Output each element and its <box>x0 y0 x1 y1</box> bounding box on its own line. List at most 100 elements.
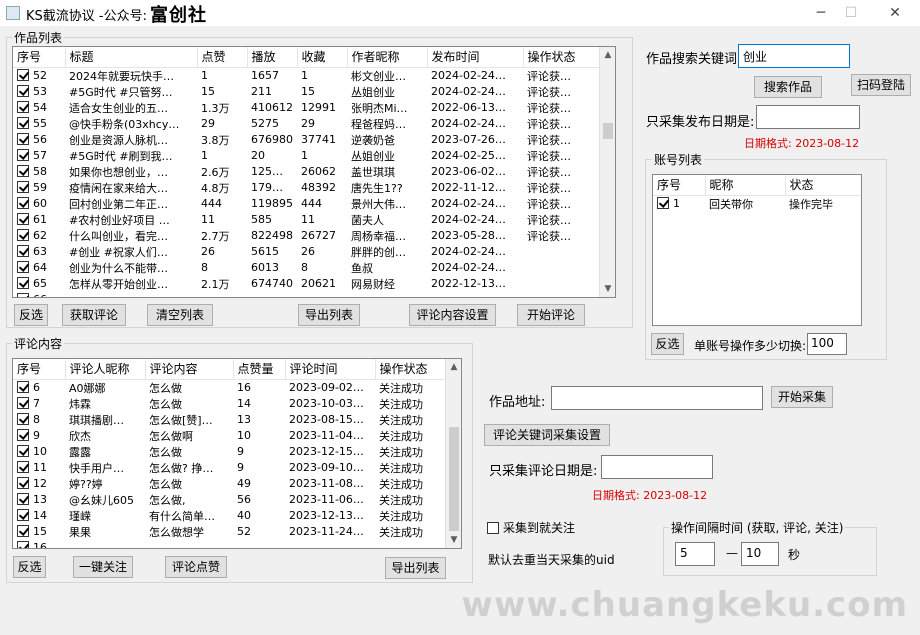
row-checkbox[interactable] <box>17 397 29 409</box>
comments-scrollbar[interactable]: ▲ ▼ <box>445 359 461 548</box>
scroll-up-icon[interactable]: ▲ <box>600 47 615 63</box>
row-checkbox[interactable] <box>17 229 29 241</box>
works-row[interactable]: 54 适合女生创业的五… 1.3万 410612 12991 张明杰Mi… 2022-06-… <box>13 100 601 116</box>
close-button[interactable]: ✕ <box>878 0 912 26</box>
works-row[interactable]: 59 疫情闲在家来给大… 4.8万 179… 48392 唐先生1?? 2022-11-12… <box>13 180 601 196</box>
works-row[interactable]: 57 #5G时代 #刷到我… 1 20 1 丛姐创业 2024-02-25… 评论获… <box>13 148 601 164</box>
works-row[interactable]: 53 #5G时代 #只管努… 15 211 15 丛姐创业 2024-02-24… 评论获… <box>13 84 601 100</box>
follow-all-button[interactable]: 一键关注 <box>73 556 133 578</box>
row-checkbox[interactable] <box>17 509 29 521</box>
row-checkbox[interactable] <box>17 133 29 145</box>
comments-list[interactable]: 序号 评论人昵称 评论内容 点赞量 评论时间 操作状态 6 A0娜娜 怎么做 16 2023-09… <box>12 358 462 549</box>
export-comments-button[interactable]: 导出列表 <box>385 557 446 579</box>
accounts-list[interactable]: 序号 昵称 状态 1 回关带你 操作完毕 <box>652 174 862 326</box>
row-checkbox[interactable] <box>17 197 29 209</box>
search-works-button[interactable]: 搜索作品 <box>754 76 822 98</box>
interval-from-input[interactable]: 5 <box>675 542 715 566</box>
row-checkbox[interactable] <box>17 413 29 425</box>
scroll-down-icon[interactable]: ▼ <box>600 281 615 297</box>
minimize-button[interactable]: ─ <box>804 0 838 26</box>
comments-invert-button[interactable]: 反选 <box>13 556 46 578</box>
works-column-header[interactable]: 标题 <box>65 47 198 68</box>
row-checkbox[interactable] <box>17 541 29 548</box>
scroll-thumb[interactable] <box>603 123 613 139</box>
comment-row[interactable]: 12 婷??婷 怎么做 49 2023-11-08… 关注成功 <box>13 476 447 492</box>
works-column-header[interactable]: 操作状态 <box>523 47 602 68</box>
comment-settings-button[interactable]: 评论内容设置 <box>409 304 496 326</box>
works-row[interactable]: 62 什么叫创业，看完… 2.7万 822498 26727 周杨幸福… 2023-05-2… <box>13 228 601 244</box>
works-row[interactable]: 65 怎样从零开始创业… 2.1万 674740 20621 网易财经 2022-12-13… <box>13 276 601 292</box>
row-checkbox[interactable] <box>17 101 29 113</box>
comment-column-header[interactable]: 评论人昵称 <box>65 359 146 380</box>
comment-row[interactable]: 10 露露 怎么做 9 2023-12-15… 关注成功 <box>13 444 447 460</box>
works-column-header[interactable]: 发布时间 <box>427 47 524 68</box>
search-keyword-input[interactable]: 创业 <box>738 44 850 68</box>
account-column-header[interactable]: 序号 <box>653 175 706 196</box>
comment-row[interactable]: 7 炜霖 怎么做 14 2023-10-03… 关注成功 <box>13 396 447 412</box>
comment-row[interactable]: 11 快手用户… 怎么做? 挣… 9 2023-09-10… 关注成功 <box>13 460 447 476</box>
works-list[interactable]: 序号 标题 点赞 播放 收藏 作者昵称 发布时间 操作状态 52 2024年就要玩快手… 1 165… <box>12 46 616 298</box>
works-scrollbar[interactable]: ▲ ▼ <box>599 47 615 297</box>
row-checkbox[interactable] <box>17 461 29 473</box>
row-checkbox[interactable] <box>17 149 29 161</box>
row-checkbox[interactable] <box>17 293 29 297</box>
works-column-header[interactable]: 序号 <box>13 47 66 68</box>
comment-column-header[interactable]: 序号 <box>13 359 66 380</box>
row-checkbox[interactable] <box>17 429 29 441</box>
works-column-header[interactable]: 收藏 <box>297 47 348 68</box>
comment-column-header[interactable]: 点赞量 <box>233 359 286 380</box>
comment-row[interactable]: 14 瑾嵘 有什么简单… 40 2023-12-13… 关注成功 <box>13 508 447 524</box>
account-column-header[interactable]: 昵称 <box>705 175 786 196</box>
comment-row[interactable]: 8 琪琪播剧… 怎么做[赞]… 13 2023-08-15… 关注成功 <box>13 412 447 428</box>
scroll-down-icon[interactable]: ▼ <box>446 532 461 548</box>
row-checkbox[interactable] <box>17 445 29 457</box>
comment-row[interactable]: 9 欣杰 怎么做啊 10 2023-11-04… 关注成功 <box>13 428 447 444</box>
row-checkbox[interactable] <box>657 197 669 209</box>
accounts-invert-button[interactable]: 反选 <box>651 333 684 355</box>
account-row[interactable]: 1 回关带你 操作完毕 <box>653 195 861 212</box>
row-checkbox[interactable] <box>17 85 29 97</box>
scroll-thumb[interactable] <box>449 427 459 531</box>
publish-date-input[interactable] <box>756 105 860 129</box>
works-row[interactable]: 55 @快手粉条(03xhcy… 29 5275 29 程爸程妈… 2024-02-24… 评… <box>13 116 601 132</box>
interval-to-input[interactable]: 10 <box>741 542 779 566</box>
row-checkbox[interactable] <box>17 261 29 273</box>
comment-column-header[interactable]: 评论内容 <box>145 359 234 380</box>
comment-column-header[interactable]: 评论时间 <box>285 359 376 380</box>
start-comment-button[interactable]: 开始评论 <box>517 304 585 326</box>
comment-row[interactable]: 16…………… <box>13 540 447 548</box>
works-column-header[interactable]: 点赞 <box>197 47 248 68</box>
clear-list-button[interactable]: 清空列表 <box>147 304 213 326</box>
row-checkbox[interactable] <box>17 165 29 177</box>
export-works-button[interactable]: 导出列表 <box>298 304 360 326</box>
get-comments-button[interactable]: 获取评论 <box>62 304 126 326</box>
account-column-header[interactable]: 状态 <box>785 175 861 196</box>
works-row[interactable]: 64 创业为什么不能带… 8 6013 8 鱼叔 2024-02-24… <box>13 260 601 276</box>
comment-row[interactable]: 15 果果 怎么做想学 52 2023-11-24… 关注成功 <box>13 524 447 540</box>
row-checkbox[interactable] <box>17 181 29 193</box>
works-column-header[interactable]: 作者昵称 <box>347 47 428 68</box>
row-checkbox[interactable] <box>17 213 29 225</box>
work-url-input[interactable] <box>551 386 763 410</box>
works-row[interactable]: 61 #农村创业好项目 … 11 585 11 菌夫人 2024-02-24… 评论获… <box>13 212 601 228</box>
row-checkbox[interactable] <box>17 493 29 505</box>
row-checkbox[interactable] <box>17 69 29 81</box>
row-checkbox[interactable] <box>17 277 29 289</box>
works-row[interactable]: 52 2024年就要玩快手… 1 1657 1 彬文创业… 2024-02-24… 评论获… <box>13 67 601 84</box>
works-invert-button[interactable]: 反选 <box>14 304 48 326</box>
works-row[interactable]: 60 回村创业第二年正… 444 119895 444 景州大伟… 2024-02-24… 评… <box>13 196 601 212</box>
like-comment-button[interactable]: 评论点赞 <box>165 556 227 578</box>
switch-count-input[interactable]: 100 <box>807 333 847 355</box>
row-checkbox[interactable] <box>17 525 29 537</box>
works-row[interactable]: 63 #创业 #祝家人们… 26 5615 26 胖胖的创… 2024-02-24… <box>13 244 601 260</box>
row-checkbox[interactable] <box>17 477 29 489</box>
row-checkbox[interactable] <box>17 381 29 393</box>
works-row[interactable]: 66……………… <box>13 292 601 297</box>
keyword-collect-settings-button[interactable]: 评论关键词采集设置 <box>484 424 610 446</box>
follow-on-collect-checkbox[interactable]: 采集到就关注 <box>487 519 575 536</box>
maximize-button[interactable]: ☐ <box>834 0 868 26</box>
works-row[interactable]: 56 创业是资源人脉机… 3.8万 676980 37741 逆袭奶爸 2023-07-26… <box>13 132 601 148</box>
start-collect-button[interactable]: 开始采集 <box>771 386 833 408</box>
works-column-header[interactable]: 播放 <box>247 47 298 68</box>
scan-login-button[interactable]: 扫码登陆 <box>851 74 911 96</box>
